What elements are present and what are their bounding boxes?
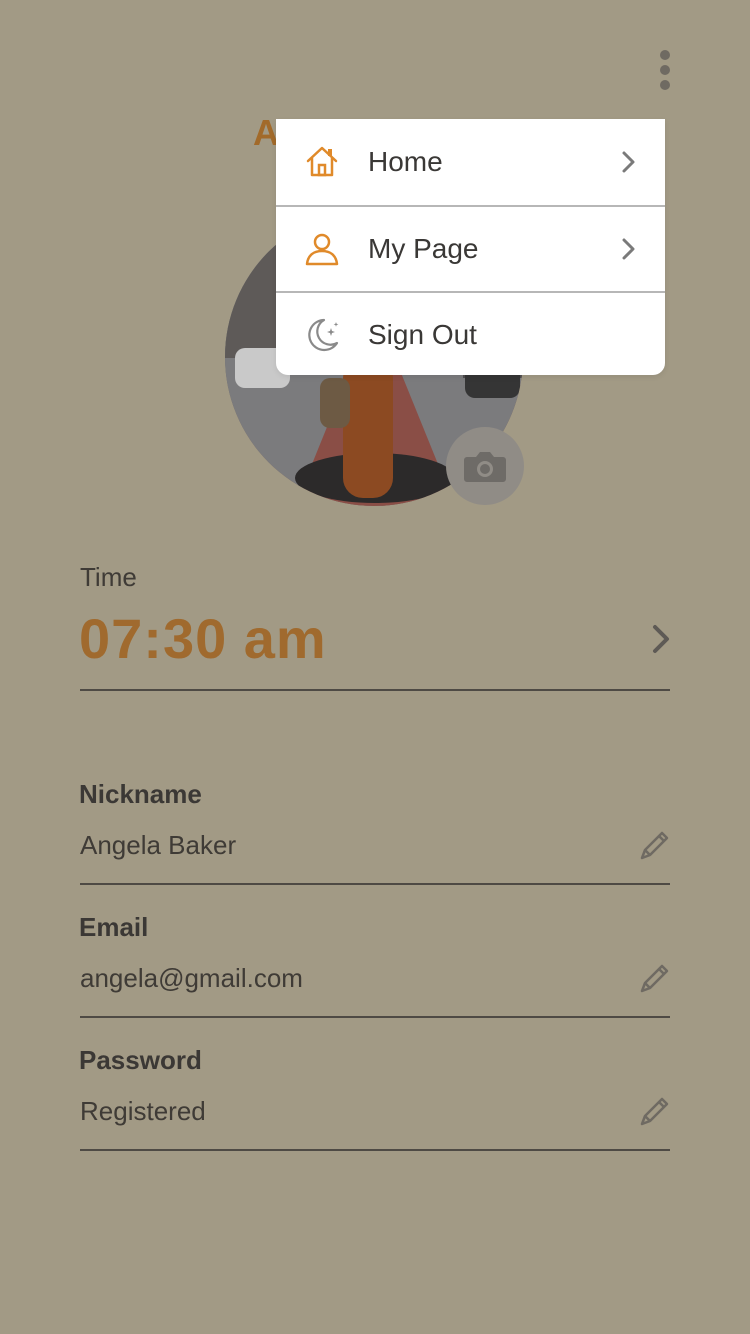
- pencil-icon[interactable]: [636, 828, 672, 864]
- moon-icon: [308, 318, 339, 352]
- kebab-dot: [660, 65, 670, 75]
- email-label: Email: [79, 912, 149, 942]
- password-value: Registered: [80, 1096, 206, 1126]
- kebab-dot: [660, 80, 670, 90]
- menu-item-my-page[interactable]: My Page: [276, 205, 665, 291]
- menu-item-label: Sign Out: [368, 319, 477, 350]
- menu-item-home[interactable]: Home: [276, 119, 665, 205]
- nickname-value: Angela Baker: [80, 830, 237, 860]
- email-value: angela@gmail.com: [80, 963, 303, 993]
- chevron-right-icon: [622, 151, 635, 173]
- user-icon: [305, 233, 339, 266]
- kebab-dot: [660, 50, 670, 60]
- divider: [80, 1016, 670, 1018]
- change-photo-button[interactable]: [446, 427, 524, 505]
- pencil-icon[interactable]: [636, 961, 672, 997]
- password-label: Password: [79, 1045, 202, 1075]
- chevron-right-icon[interactable]: [648, 624, 674, 654]
- menu-item-sign-out[interactable]: Sign Out: [276, 291, 665, 375]
- menu-item-label: My Page: [368, 233, 479, 264]
- chevron-right-icon: [622, 238, 635, 260]
- divider: [80, 1149, 670, 1151]
- more-vertical-icon[interactable]: [648, 46, 682, 94]
- divider: [80, 883, 670, 885]
- home-icon: [306, 146, 338, 177]
- dropdown-menu: Home My Page Sign Out: [276, 119, 665, 375]
- camera-icon: [464, 452, 506, 482]
- pencil-icon[interactable]: [636, 1094, 672, 1130]
- divider: [80, 689, 670, 691]
- time-value[interactable]: 07:30 am: [79, 606, 327, 671]
- menu-item-label: Home: [368, 146, 443, 177]
- nickname-label: Nickname: [79, 779, 202, 809]
- time-label: Time: [80, 562, 137, 592]
